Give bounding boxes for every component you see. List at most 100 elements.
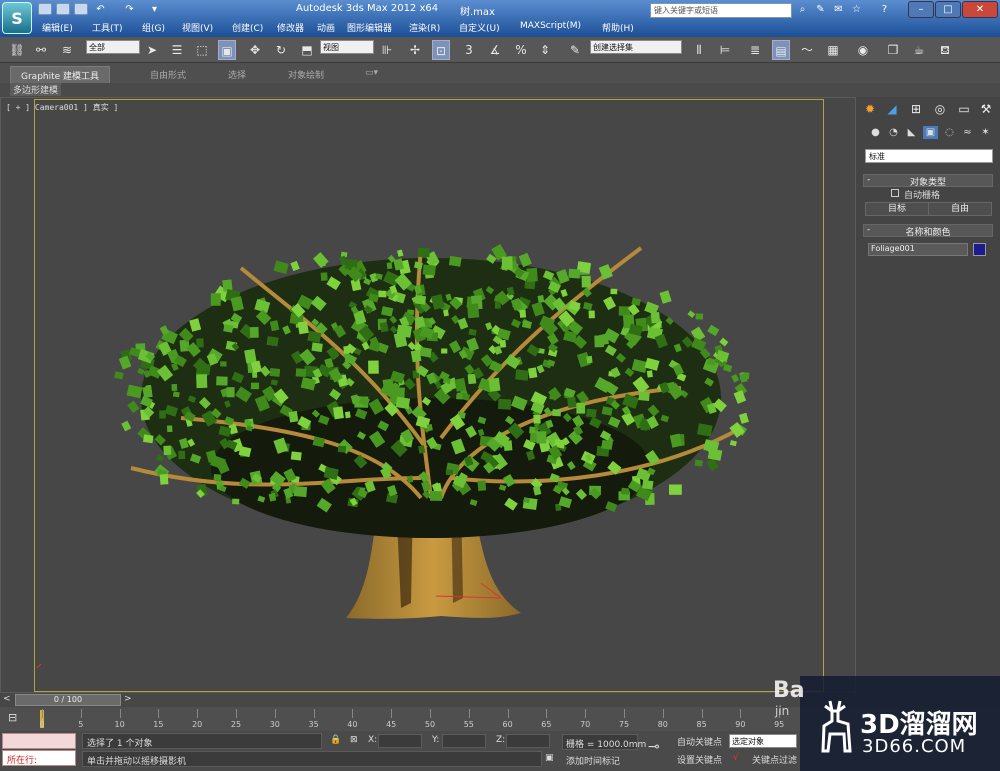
select-object-icon[interactable]: ➤ <box>143 40 161 60</box>
helpers-icon[interactable]: ◌ <box>942 126 957 139</box>
quick-access-dropdown-icon[interactable]: ▾ <box>147 3 162 17</box>
tab-graphite-modeling[interactable]: Graphite 建模工具 <box>10 66 111 84</box>
menu-help[interactable]: 帮助(H) <box>602 21 634 34</box>
cameras-icon[interactable]: ▣ <box>923 126 938 139</box>
absolute-mode-icon[interactable]: ⊠ <box>350 735 358 745</box>
search-input[interactable]: 键入关键字或短语 <box>650 3 792 18</box>
motion-tab-icon[interactable]: ◎ <box>932 101 948 117</box>
curve-editor-icon[interactable]: 〜 <box>798 40 816 60</box>
graphite-toggle-icon[interactable]: ▤ <box>772 40 790 60</box>
favorites-icon[interactable]: ☆ <box>849 3 864 17</box>
material-editor-icon[interactable]: ◉ <box>854 40 872 60</box>
menu-views[interactable]: 视图(V) <box>182 21 213 34</box>
modify-tab-icon[interactable]: ◢ <box>884 101 900 117</box>
help-icon[interactable]: ? <box>877 3 892 17</box>
autogrid-checkbox[interactable] <box>891 189 899 197</box>
mini-curve-editor-icon[interactable]: ⊟ <box>8 711 17 724</box>
lights-icon[interactable]: ◣ <box>904 126 919 139</box>
menu-tools[interactable]: 工具(T) <box>92 21 123 34</box>
tools-icon[interactable]: ✎ <box>813 3 828 17</box>
menu-group[interactable]: 组(G) <box>142 21 165 34</box>
binoculars-icon[interactable]: ⌕ <box>795 3 810 17</box>
menu-animation[interactable]: 动画 <box>317 21 335 34</box>
utilities-tab-icon[interactable]: ⚒ <box>978 101 994 117</box>
render-production-icon[interactable]: ⛾ <box>936 40 954 60</box>
redo-icon[interactable]: ↷ <box>122 3 137 17</box>
close-button[interactable]: ✕ <box>962 1 998 18</box>
lock-selection-icon[interactable]: 🔒 <box>330 735 341 745</box>
z-coordinate-field[interactable] <box>506 734 550 748</box>
spinner-snap-icon[interactable]: ⇕ <box>536 40 554 60</box>
rectangle-selection-icon[interactable]: ⬚ <box>193 40 211 60</box>
menu-create[interactable]: 创建(C) <box>232 21 263 34</box>
select-link-icon[interactable]: ⛓ <box>8 40 26 60</box>
new-icon[interactable] <box>38 3 52 15</box>
bind-space-warp-icon[interactable]: ≋ <box>58 40 76 60</box>
display-tab-icon[interactable]: ▭ <box>956 101 972 117</box>
angle-snap-icon[interactable]: ∡ <box>486 40 504 60</box>
percent-snap-icon[interactable]: % <box>512 40 530 60</box>
object-type-rollout[interactable]: - 对象类型 <box>863 174 993 188</box>
create-tab-icon[interactable]: ✹ <box>862 101 878 117</box>
snaps-toggle-icon[interactable]: 3 <box>460 40 478 60</box>
object-color-swatch[interactable] <box>973 243 986 256</box>
key-mode-dropdown[interactable]: 选定对象 <box>729 734 797 748</box>
schematic-view-icon[interactable]: ▦ <box>824 40 842 60</box>
tab-selection[interactable]: 选择 <box>218 66 256 83</box>
menu-edit[interactable]: 编辑(E) <box>42 21 73 34</box>
maxscript-line[interactable]: 所在行: <box>2 750 76 766</box>
minimize-button[interactable]: – <box>908 1 934 18</box>
pivot-icon[interactable]: ⊪ <box>378 40 396 60</box>
target-camera-button[interactable]: 目标 <box>865 202 929 216</box>
select-manipulate-icon[interactable]: ✢ <box>406 40 424 60</box>
time-next-icon[interactable]: > <box>124 694 132 704</box>
menu-customize[interactable]: 自定义(U) <box>459 21 500 34</box>
object-name-field[interactable]: Foliage001 <box>868 243 968 256</box>
set-key-button[interactable]: 设置关键点 <box>677 753 722 766</box>
undo-icon[interactable]: ↶ <box>93 3 108 17</box>
named-selection-dropdown[interactable]: 创建选择集 <box>590 40 682 54</box>
scale-icon[interactable]: ⬒ <box>298 40 316 60</box>
ribbon-options-icon[interactable]: ▭▾ <box>355 66 388 80</box>
time-slider[interactable]: 0 / 100 <box>15 694 121 706</box>
select-by-name-icon[interactable]: ☰ <box>168 40 186 60</box>
open-icon[interactable] <box>56 3 70 15</box>
rotate-icon[interactable]: ↻ <box>272 40 290 60</box>
auto-key-button[interactable]: 自动关键点 <box>677 735 722 748</box>
edit-named-selection-icon[interactable]: ✎ <box>566 40 584 60</box>
key-filters-button[interactable]: 关键点过滤 <box>752 753 797 766</box>
hierarchy-tab-icon[interactable]: ⊞ <box>908 101 924 117</box>
key-filters-icon[interactable]: √ <box>733 753 739 763</box>
menu-modifiers[interactable]: 修改器 <box>277 21 304 34</box>
camera-viewport[interactable]: [ + ] Camera001 ] 真实 ] <box>0 97 856 693</box>
render-setup-icon[interactable]: ❐ <box>884 40 902 60</box>
align-icon[interactable]: ⊨ <box>716 40 734 60</box>
time-prev-icon[interactable]: < <box>3 694 11 704</box>
tab-object-paint[interactable]: 对象绘制 <box>278 66 334 83</box>
communication-icon[interactable]: ✉ <box>831 3 846 17</box>
tab-freeform[interactable]: 自由形式 <box>140 66 196 83</box>
polygon-modeling-tab[interactable]: 多边形建模 <box>10 83 62 96</box>
menu-graph-editors[interactable]: 图形编辑器 <box>347 21 392 34</box>
rendered-frame-window-icon[interactable]: ☕ <box>910 40 928 60</box>
save-icon[interactable] <box>74 3 88 15</box>
category-dropdown[interactable]: 标准 <box>865 149 993 163</box>
shapes-icon[interactable]: ◔ <box>886 126 901 139</box>
menu-rendering[interactable]: 渲染(R) <box>409 21 440 34</box>
layer-manager-icon[interactable]: ≣ <box>746 40 764 60</box>
unlink-icon[interactable]: ⚯ <box>32 40 50 60</box>
name-color-rollout[interactable]: - 名称和颜色 <box>863 224 993 238</box>
maxscript-listener[interactable] <box>2 733 76 749</box>
systems-icon[interactable]: ✶ <box>978 126 993 139</box>
time-tag-icon[interactable]: ▣ <box>545 753 554 763</box>
keyboard-shortcut-toggle-icon[interactable]: ⊡ <box>432 40 450 60</box>
reference-coordinate-dropdown[interactable]: 视图 <box>320 40 374 54</box>
free-camera-button[interactable]: 自由 <box>928 202 992 216</box>
add-time-tag[interactable]: 添加时间标记 <box>566 754 620 767</box>
move-icon[interactable]: ✥ <box>246 40 264 60</box>
selection-filter-dropdown[interactable]: 全部 <box>86 40 140 54</box>
set-key-icon[interactable]: ⊸ <box>648 739 660 755</box>
geometry-icon[interactable]: ● <box>868 126 883 139</box>
menu-maxscript[interactable]: MAXScript(M) <box>520 21 581 31</box>
mirror-icon[interactable]: ⫴ <box>690 40 708 60</box>
